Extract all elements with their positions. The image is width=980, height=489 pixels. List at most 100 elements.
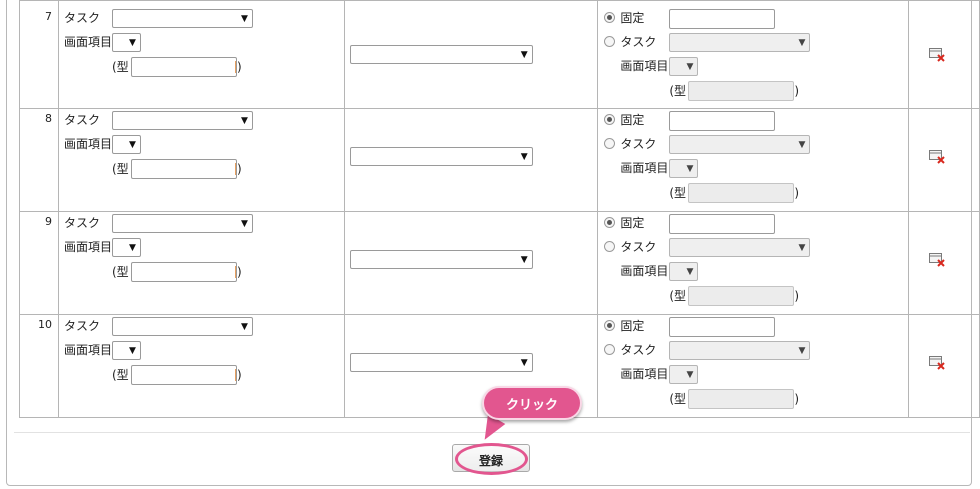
task-select[interactable]: ▼ (111, 317, 253, 336)
task-label: タスク (63, 216, 100, 230)
source-cell: タスク ▼ 画面項目 ▼ (型 ) (57, 0, 345, 109)
field-select[interactable]: ▼ (349, 147, 533, 166)
task-select[interactable]: ▼ (111, 111, 253, 130)
type-close-label-right: ) (794, 289, 800, 303)
task-select-right[interactable]: ▼ (669, 33, 811, 52)
type-input[interactable] (130, 262, 237, 282)
fixed-label: 固定 (620, 216, 645, 230)
value-cell: 固定 タスク ▼ 画面項目 ▼ (型 ) (597, 0, 910, 109)
click-callout-label: クリック (505, 398, 558, 413)
type-open-label: (型 (111, 368, 129, 382)
row-number: 8 (44, 112, 52, 125)
row-number: 10 (37, 318, 52, 331)
chevron-down-icon: ▼ (520, 255, 528, 265)
chevron-down-icon: ▼ (520, 50, 528, 60)
delete-row-icon[interactable] (929, 356, 945, 370)
field-select[interactable]: ▼ (349, 353, 533, 372)
register-button-label: 登録 (478, 454, 503, 468)
chevron-down-icon: ▼ (129, 140, 136, 150)
task-label: タスク (63, 11, 100, 25)
delete-row-icon[interactable] (929, 150, 945, 164)
chevron-down-icon: ▼ (520, 358, 528, 368)
task-select-right[interactable]: ▼ (669, 135, 811, 154)
screen-item-select[interactable]: ▼ (111, 135, 141, 154)
fixed-value-input[interactable] (669, 111, 776, 131)
task-select-right[interactable]: ▼ (669, 238, 811, 257)
fixed-label: 固定 (620, 319, 645, 333)
fixed-radio[interactable] (604, 320, 616, 331)
task-select[interactable]: ▼ (111, 214, 253, 233)
chevron-down-icon: ▼ (241, 14, 248, 24)
screen-item-label-right: 画面項目 (620, 264, 669, 278)
task-label-right: タスク (620, 343, 657, 357)
fixed-value-input[interactable] (669, 317, 776, 337)
type-input-right[interactable] (688, 183, 795, 203)
task-select[interactable]: ▼ (111, 9, 253, 28)
screen-item-select[interactable]: ▼ (111, 238, 141, 257)
chevron-down-icon: ▼ (798, 346, 806, 356)
chevron-down-icon: ▼ (686, 164, 694, 174)
mapping-table: 7 タスク ▼ 画面項目 ▼ (型 ) ▼ 固定 タスク ▼ 画面項目 ▼ (型… (19, 0, 980, 418)
chevron-down-icon: ▼ (129, 38, 136, 48)
screen-item-select-right[interactable]: ▼ (669, 159, 699, 178)
fixed-radio[interactable] (604, 217, 616, 228)
row-number-cell: 9 (19, 211, 59, 315)
delete-cell (908, 0, 980, 109)
fixed-radio[interactable] (604, 12, 616, 23)
screen-item-label: 画面項目 (63, 137, 112, 151)
field-select[interactable]: ▼ (349, 45, 533, 64)
type-close-label: ) (236, 60, 242, 74)
chevron-down-icon: ▼ (686, 370, 694, 380)
type-open-label: (型 (111, 60, 129, 74)
delete-cell (908, 108, 980, 212)
chevron-down-icon: ▼ (520, 152, 528, 162)
delete-row-icon[interactable] (929, 48, 945, 62)
type-input-right[interactable] (688, 286, 795, 306)
screen-item-label-right: 画面項目 (620, 367, 669, 381)
type-input[interactable] (130, 365, 237, 385)
type-close-label: ) (236, 162, 242, 176)
delete-cell (908, 314, 980, 418)
fixed-value-input[interactable] (669, 214, 776, 234)
task-radio[interactable] (604, 344, 616, 355)
screen-item-label-right: 画面項目 (620, 161, 669, 175)
screen-item-select-right[interactable]: ▼ (669, 262, 699, 281)
type-input-right[interactable] (688, 81, 795, 101)
task-radio[interactable] (604, 241, 616, 252)
screen-item-select[interactable]: ▼ (111, 33, 141, 52)
type-input-right[interactable] (688, 389, 795, 409)
screen-item-select[interactable]: ▼ (111, 341, 141, 360)
task-label: タスク (63, 319, 100, 333)
source-cell: タスク ▼ 画面項目 ▼ (型 ) (57, 314, 345, 418)
source-cell: タスク ▼ 画面項目 ▼ (型 ) (57, 211, 345, 315)
chevron-down-icon: ▼ (686, 267, 694, 277)
delete-row-icon[interactable] (929, 253, 945, 267)
fixed-label: 固定 (620, 11, 645, 25)
chevron-down-icon: ▼ (241, 322, 248, 332)
screen-item-select-right[interactable]: ▼ (669, 57, 699, 76)
type-close-label-right: ) (794, 186, 800, 200)
field-cell: ▼ (343, 108, 599, 212)
chevron-down-icon: ▼ (241, 116, 248, 126)
task-radio[interactable] (604, 36, 616, 47)
task-radio[interactable] (604, 138, 616, 149)
fixed-value-input[interactable] (669, 9, 776, 29)
field-select[interactable]: ▼ (349, 250, 533, 269)
chevron-down-icon: ▼ (798, 38, 806, 48)
type-close-label-right: ) (794, 392, 800, 406)
row-number: 7 (44, 10, 52, 23)
delete-cell (908, 211, 980, 315)
type-open-label-right: (型 (669, 186, 687, 200)
chevron-down-icon: ▼ (129, 346, 136, 356)
type-open-label: (型 (111, 162, 129, 176)
value-cell: 固定 タスク ▼ 画面項目 ▼ (型 ) (597, 108, 910, 212)
table-row: 9 タスク ▼ 画面項目 ▼ (型 ) ▼ 固定 タスク ▼ 画面項目 ▼ (型… (19, 211, 980, 315)
type-input[interactable] (130, 57, 237, 77)
screen-item-select-right[interactable]: ▼ (669, 365, 699, 384)
type-input[interactable] (130, 159, 237, 179)
value-cell: 固定 タスク ▼ 画面項目 ▼ (型 ) (597, 211, 910, 315)
row-number-cell: 7 (19, 0, 59, 109)
chevron-down-icon: ▼ (798, 140, 806, 150)
fixed-radio[interactable] (604, 114, 616, 125)
task-select-right[interactable]: ▼ (669, 341, 811, 360)
